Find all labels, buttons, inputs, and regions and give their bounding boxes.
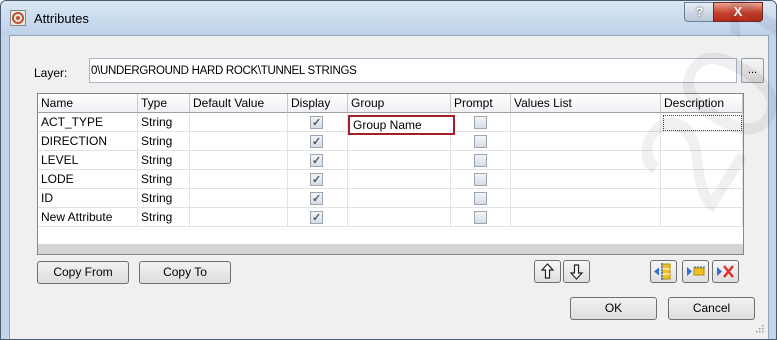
cell-type[interactable]: String <box>138 132 190 151</box>
cell-values-list[interactable] <box>511 170 661 189</box>
cell-values-list[interactable] <box>511 189 661 208</box>
cell-prompt[interactable] <box>451 189 511 208</box>
cell-values-list[interactable] <box>511 208 661 227</box>
cell-group[interactable] <box>348 151 451 170</box>
copy-to-button[interactable]: Copy To <box>139 261 231 284</box>
cell-default-value[interactable] <box>190 189 288 208</box>
group-name-editor[interactable]: Group Name <box>348 115 455 135</box>
window-title: Attributes <box>34 11 89 26</box>
cell-description[interactable] <box>661 208 743 227</box>
move-up-button[interactable] <box>534 260 561 283</box>
cell-values-list[interactable] <box>511 132 661 151</box>
cell-group[interactable] <box>348 170 451 189</box>
description-focus-cell[interactable] <box>663 115 742 131</box>
column-header-description[interactable]: Description <box>661 94 743 113</box>
cell-name[interactable]: LEVEL <box>38 151 138 170</box>
cell-display[interactable] <box>288 132 348 151</box>
prompt-checkbox[interactable] <box>474 135 487 148</box>
move-up-icon <box>540 263 555 279</box>
cell-name[interactable]: New Attribute <box>38 208 138 227</box>
cell-name[interactable]: LODE <box>38 170 138 189</box>
cell-default-value[interactable] <box>190 170 288 189</box>
column-header-prompt[interactable]: Prompt <box>451 94 511 113</box>
display-checkbox[interactable] <box>310 171 323 188</box>
insert-row-button[interactable] <box>682 260 709 283</box>
layer-label: Layer: <box>34 66 68 80</box>
cell-default-value[interactable] <box>190 113 288 132</box>
cell-display[interactable] <box>288 151 348 170</box>
cell-display[interactable] <box>288 189 348 208</box>
cell-name[interactable]: ID <box>38 189 138 208</box>
display-checkbox[interactable] <box>310 152 323 169</box>
close-button[interactable]: X <box>713 2 763 22</box>
browse-button[interactable]: ... <box>741 58 764 83</box>
prompt-checkbox[interactable] <box>474 154 487 167</box>
cell-type[interactable]: String <box>138 113 190 132</box>
cell-group[interactable] <box>348 189 451 208</box>
resize-grip-icon[interactable] <box>756 325 764 333</box>
column-header-name[interactable]: Name <box>38 94 138 113</box>
cancel-button[interactable]: Cancel <box>668 297 755 320</box>
cell-display[interactable] <box>288 113 348 132</box>
cell-display[interactable] <box>288 170 348 189</box>
move-down-button[interactable] <box>563 260 590 283</box>
cell-description[interactable] <box>661 170 743 189</box>
cell-prompt[interactable] <box>451 151 511 170</box>
copy-from-button[interactable]: Copy From <box>37 261 129 284</box>
prompt-checkbox[interactable] <box>474 211 487 224</box>
attributes-app-icon <box>10 10 26 26</box>
cell-group[interactable] <box>348 208 451 227</box>
cell-prompt[interactable] <box>451 132 511 151</box>
cell-type[interactable]: String <box>138 170 190 189</box>
column-header-type[interactable]: Type <box>138 94 190 113</box>
cell-values-list[interactable] <box>511 113 661 132</box>
help-button[interactable]: ? <box>684 2 715 22</box>
cell-default-value[interactable] <box>190 151 288 170</box>
cell-default-value[interactable] <box>190 208 288 227</box>
delete-row-button[interactable] <box>712 260 739 283</box>
prompt-checkbox[interactable] <box>474 173 487 186</box>
display-checkbox[interactable] <box>310 114 323 131</box>
layer-value: 0\UNDERGROUND HARD ROCK\TUNNEL STRINGS <box>91 65 357 77</box>
cell-prompt[interactable] <box>451 113 511 132</box>
column-header-default-value[interactable]: Default Value <box>190 94 288 113</box>
column-header-group[interactable]: Group <box>348 94 451 113</box>
insert-column-icon <box>654 263 671 280</box>
cell-description[interactable] <box>661 151 743 170</box>
cell-type[interactable]: String <box>138 208 190 227</box>
cell-prompt[interactable] <box>451 170 511 189</box>
column-header-display[interactable]: Display <box>288 94 348 113</box>
cell-default-value[interactable] <box>190 132 288 151</box>
cell-type[interactable]: String <box>138 189 190 208</box>
cell-name[interactable]: DIRECTION <box>38 132 138 151</box>
prompt-checkbox[interactable] <box>474 192 487 205</box>
insert-row-icon <box>687 266 705 276</box>
prompt-checkbox[interactable] <box>474 116 487 129</box>
grid-horizontal-scrollbar[interactable] <box>37 244 744 255</box>
cell-description[interactable] <box>661 189 743 208</box>
cell-description[interactable] <box>661 132 743 151</box>
cell-values-list[interactable] <box>511 151 661 170</box>
cell-display[interactable] <box>288 208 348 227</box>
title-bar: Attributes ? X <box>1 1 776 35</box>
cell-type[interactable]: String <box>138 151 190 170</box>
insert-column-button[interactable] <box>650 260 677 283</box>
delete-row-icon <box>717 265 734 278</box>
ok-button[interactable]: OK <box>570 297 657 320</box>
attributes-grid[interactable]: Name Type Default Value Display Group Pr… <box>37 93 744 255</box>
cell-prompt[interactable] <box>451 208 511 227</box>
column-header-values-list[interactable]: Values List <box>511 94 661 113</box>
display-checkbox[interactable] <box>310 190 323 207</box>
display-checkbox[interactable] <box>310 133 323 150</box>
cell-name[interactable]: ACT_TYPE <box>38 113 138 132</box>
move-down-icon <box>569 264 584 280</box>
display-checkbox[interactable] <box>310 209 323 226</box>
